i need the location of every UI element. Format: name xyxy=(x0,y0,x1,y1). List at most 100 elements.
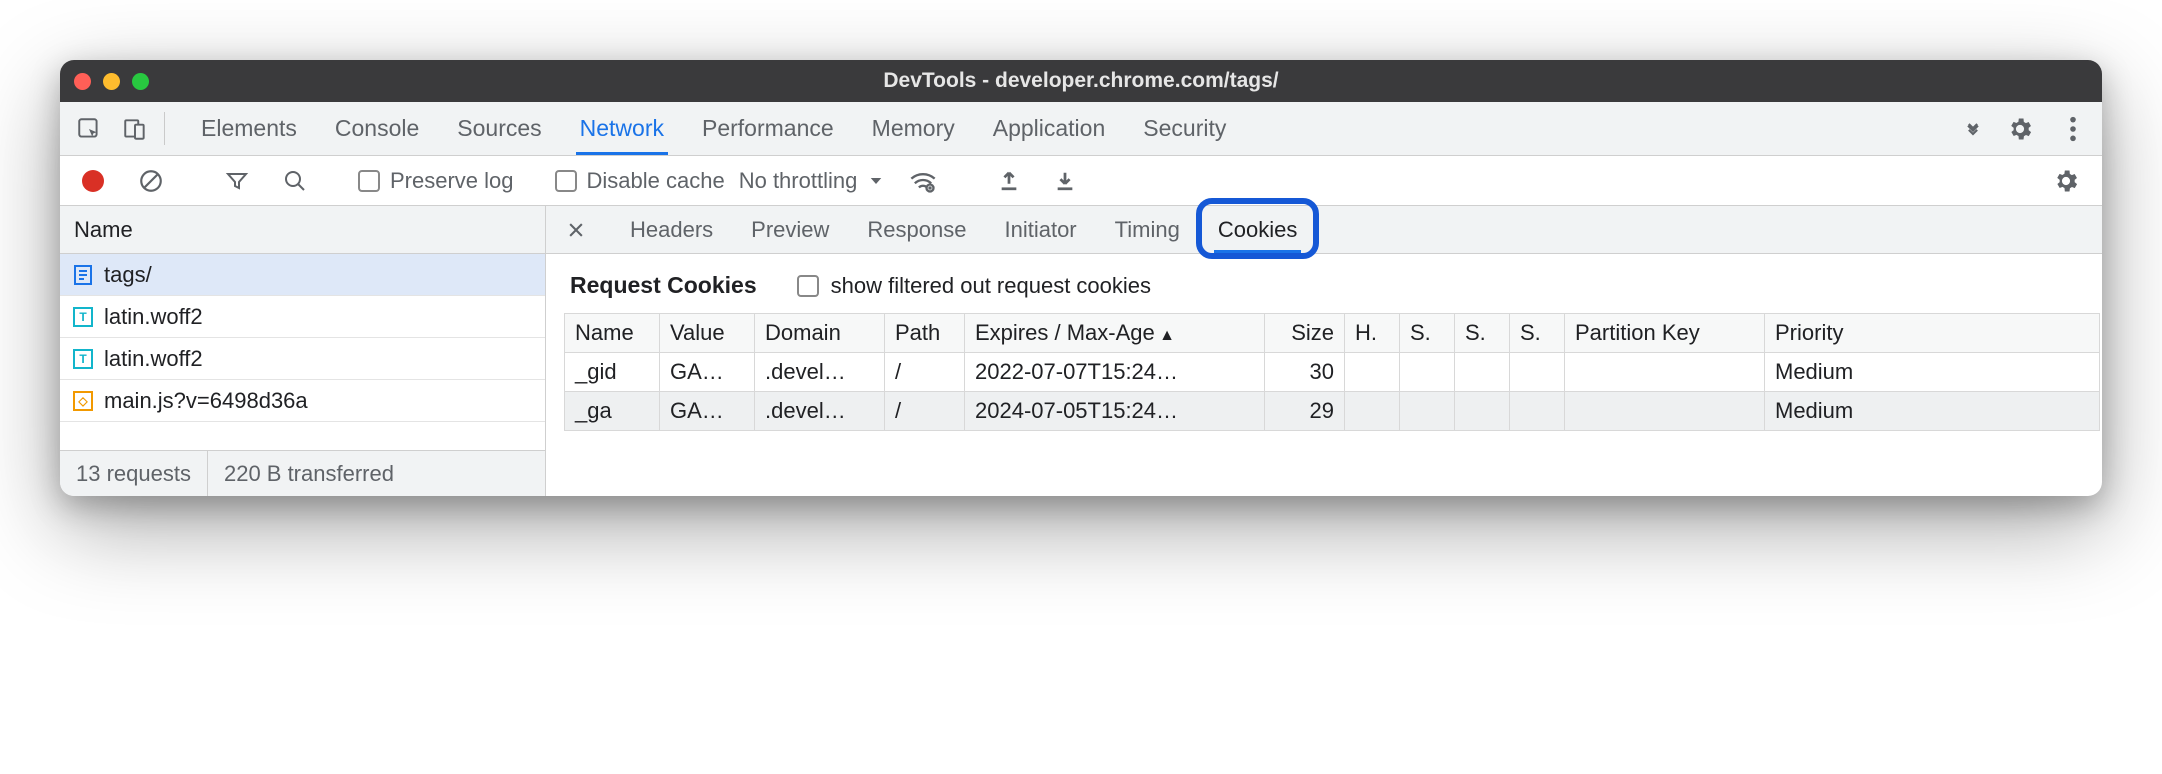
tab-network[interactable]: Network xyxy=(576,102,668,155)
file-type-icon: T xyxy=(72,306,94,328)
table-header-cell[interactable]: Priority xyxy=(1765,314,2100,353)
export-har-button[interactable] xyxy=(1044,169,1086,193)
table-cell xyxy=(1345,392,1400,431)
table-header-cell[interactable]: Name xyxy=(565,314,660,353)
disable-cache-label: Disable cache xyxy=(587,168,725,194)
request-list-header[interactable]: Name xyxy=(60,206,545,254)
chevron-down-icon xyxy=(867,172,885,190)
table-cell xyxy=(1510,353,1565,392)
request-name: latin.woff2 xyxy=(104,346,533,372)
tab-application[interactable]: Application xyxy=(989,102,1110,155)
table-cell xyxy=(1455,353,1510,392)
table-header-cell[interactable]: Partition Key xyxy=(1565,314,1765,353)
table-cell: 2024-07-05T15:24… xyxy=(965,392,1265,431)
table-header-cell[interactable]: S. xyxy=(1510,314,1565,353)
table-cell: Medium xyxy=(1765,392,2100,431)
table-cell: _gid xyxy=(565,353,660,392)
filter-button[interactable] xyxy=(215,169,259,193)
network-conditions-button[interactable] xyxy=(899,169,947,193)
window-title: DevTools - developer.chrome.com/tags/ xyxy=(60,69,2102,93)
status-transferred: 220 B transferred xyxy=(208,451,410,497)
main-tabstrip: Elements Console Sources Network Performance… xyxy=(60,102,2102,156)
table-cell: GA… xyxy=(660,353,755,392)
detail-tab-cookies[interactable]: Cookies xyxy=(1214,206,1301,253)
table-cell xyxy=(1345,353,1400,392)
main-panel: Name tags/Tlatin.woff2Tlatin.woff2◇main.… xyxy=(60,206,2102,496)
cookies-table: NameValueDomainPathExpires / Max-Age ▲Si… xyxy=(564,313,2100,431)
table-header-cell[interactable]: Size xyxy=(1265,314,1345,353)
table-header-cell[interactable]: Value xyxy=(660,314,755,353)
request-row[interactable]: ◇main.js?v=6498d36a xyxy=(60,380,545,422)
table-cell: _ga xyxy=(565,392,660,431)
table-cell xyxy=(1510,392,1565,431)
request-name: latin.woff2 xyxy=(104,304,533,330)
record-button[interactable] xyxy=(72,170,114,192)
close-detail-button[interactable] xyxy=(556,206,596,253)
request-row[interactable]: Tlatin.woff2 xyxy=(60,338,545,380)
tab-console[interactable]: Console xyxy=(331,102,423,155)
request-list: Name tags/Tlatin.woff2Tlatin.woff2◇main.… xyxy=(60,206,546,496)
table-cell: / xyxy=(885,353,965,392)
table-cell xyxy=(1400,392,1455,431)
status-bar: 13 requests 220 B transferred xyxy=(60,450,545,496)
tab-performance[interactable]: Performance xyxy=(698,102,838,155)
settings-button[interactable] xyxy=(1996,115,2044,143)
record-icon xyxy=(82,170,104,192)
preserve-log-checkbox[interactable]: Preserve log xyxy=(358,168,514,194)
table-cell: 2022-07-07T15:24… xyxy=(965,353,1265,392)
zoom-window-button[interactable] xyxy=(132,73,149,90)
table-header-cell[interactable]: S. xyxy=(1400,314,1455,353)
table-cell: 29 xyxy=(1265,392,1345,431)
window-controls xyxy=(74,73,149,90)
network-toolbar: Preserve log Disable cache No throttling xyxy=(60,156,2102,206)
devtools-window: DevTools - developer.chrome.com/tags/ El… xyxy=(60,60,2102,496)
detail-tab-preview[interactable]: Preview xyxy=(747,206,833,253)
network-settings-button[interactable] xyxy=(2042,167,2090,195)
kebab-menu-button[interactable] xyxy=(2058,115,2088,143)
table-cell: .devel… xyxy=(755,392,885,431)
file-type-icon: ◇ xyxy=(72,390,94,412)
tab-elements[interactable]: Elements xyxy=(197,102,301,155)
show-filtered-label: show filtered out request cookies xyxy=(831,273,1151,299)
minimize-window-button[interactable] xyxy=(103,73,120,90)
table-cell xyxy=(1565,392,1765,431)
detail-tab-headers[interactable]: Headers xyxy=(626,206,717,253)
table-cell xyxy=(1565,353,1765,392)
request-row[interactable]: Tlatin.woff2 xyxy=(60,296,545,338)
import-har-button[interactable] xyxy=(988,169,1030,193)
table-header-cell[interactable]: Domain xyxy=(755,314,885,353)
divider xyxy=(164,112,165,145)
status-requests: 13 requests xyxy=(60,451,208,497)
throttling-label: No throttling xyxy=(739,168,858,194)
table-cell: .devel… xyxy=(755,353,885,392)
close-window-button[interactable] xyxy=(74,73,91,90)
cookies-section-header: Request Cookies show filtered out reques… xyxy=(546,254,2102,313)
disable-cache-checkbox[interactable]: Disable cache xyxy=(555,168,725,194)
table-header-cell[interactable]: Expires / Max-Age ▲ xyxy=(965,314,1265,353)
request-row[interactable]: tags/ xyxy=(60,254,545,296)
detail-pane: Headers Preview Response Initiator Timing Coo… xyxy=(546,206,2102,496)
detail-tab-timing[interactable]: Timing xyxy=(1111,206,1184,253)
table-header-cell[interactable]: Path xyxy=(885,314,965,353)
table-cell xyxy=(1400,353,1455,392)
detail-tab-initiator[interactable]: Initiator xyxy=(1000,206,1080,253)
more-tabs-button[interactable] xyxy=(1950,102,1996,155)
table-row[interactable]: _gaGA….devel…/2024-07-05T15:24…29Medium xyxy=(565,392,2100,431)
search-button[interactable] xyxy=(273,169,317,193)
tab-memory[interactable]: Memory xyxy=(868,102,959,155)
tab-security[interactable]: Security xyxy=(1139,102,1230,155)
tab-sources[interactable]: Sources xyxy=(453,102,545,155)
inspect-element-button[interactable] xyxy=(66,102,112,155)
show-filtered-checkbox[interactable]: show filtered out request cookies xyxy=(797,273,1151,299)
table-cell: / xyxy=(885,392,965,431)
request-name: tags/ xyxy=(104,262,533,288)
table-header-cell[interactable]: S. xyxy=(1455,314,1510,353)
throttling-select[interactable]: No throttling xyxy=(739,168,886,194)
clear-button[interactable] xyxy=(128,168,174,194)
table-header-cell[interactable]: H. xyxy=(1345,314,1400,353)
detail-tab-response[interactable]: Response xyxy=(863,206,970,253)
table-row[interactable]: _gidGA….devel…/2022-07-07T15:24…30Medium xyxy=(565,353,2100,392)
preserve-log-label: Preserve log xyxy=(390,168,514,194)
device-toolbar-button[interactable] xyxy=(112,102,158,155)
table-cell xyxy=(1455,392,1510,431)
